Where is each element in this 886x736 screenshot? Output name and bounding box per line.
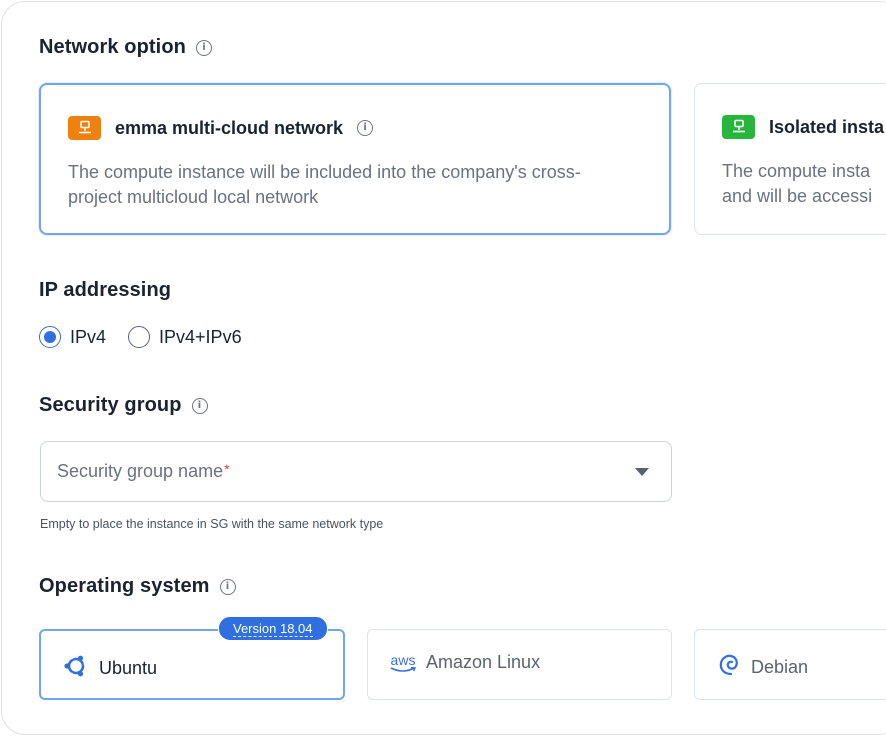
radio-unchecked-icon[interactable] xyxy=(128,326,151,348)
configuration-panel: Network option i emma multi-cloud networ… xyxy=(1,1,886,735)
ip-addressing-heading: IP addressing xyxy=(39,279,171,302)
security-group-placeholder: Security group name* xyxy=(57,461,230,481)
network-option-description: The compute instance will be included in… xyxy=(68,162,581,207)
network-option-name: emma multi-cloud network xyxy=(115,117,344,138)
radio-ipv4[interactable]: IPv4 xyxy=(39,326,106,348)
ubuntu-icon xyxy=(63,653,89,684)
radio-label: IPv4+IPv6 xyxy=(159,326,242,347)
os-label: Amazon Linux xyxy=(426,652,541,672)
network-option-name: Isolated insta xyxy=(769,116,885,137)
network-card-isolated[interactable]: Isolated insta The compute insta and wil… xyxy=(694,83,886,235)
version-badge[interactable]: Version 18.04 xyxy=(218,616,328,641)
network-option-description: The compute insta and will be accessi xyxy=(722,161,873,206)
network-option-heading: Network option i xyxy=(39,36,212,59)
network-icon xyxy=(722,115,755,139)
security-group-title: Security group xyxy=(39,394,182,416)
security-group-heading: Security group i xyxy=(39,394,208,417)
ip-addressing-title: IP addressing xyxy=(39,279,172,301)
os-card-debian[interactable]: Debian xyxy=(694,629,886,700)
network-icon xyxy=(68,116,101,140)
operating-system-heading: Operating system i xyxy=(39,575,236,598)
debian-icon xyxy=(717,652,741,683)
radio-checked-icon[interactable] xyxy=(39,326,61,348)
ip-radio-group: IPv4 IPv4+IPv6 xyxy=(39,326,264,348)
caret-down-icon[interactable] xyxy=(635,468,649,476)
security-group-hint: Empty to place the instance in SG with t… xyxy=(40,517,384,531)
security-group-select[interactable]: Security group name* xyxy=(40,441,672,502)
info-icon[interactable]: i xyxy=(219,578,236,595)
aws-icon: aws xyxy=(390,653,416,673)
os-card-amazon-linux[interactable]: aws Amazon Linux xyxy=(367,629,672,700)
radio-label: IPv4 xyxy=(70,326,107,347)
radio-ipv4-ipv6[interactable]: IPv4+IPv6 xyxy=(128,326,242,348)
os-label: Ubuntu xyxy=(99,658,158,678)
required-marker: * xyxy=(224,461,230,477)
info-icon[interactable]: i xyxy=(191,397,208,414)
network-card-emma[interactable]: emma multi-cloud network i The compute i… xyxy=(39,83,671,235)
operating-system-title: Operating system xyxy=(39,575,210,597)
network-option-title: Network option xyxy=(39,36,186,58)
info-icon[interactable]: i xyxy=(357,120,374,136)
os-label: Debian xyxy=(751,657,809,677)
info-icon[interactable]: i xyxy=(195,39,212,56)
